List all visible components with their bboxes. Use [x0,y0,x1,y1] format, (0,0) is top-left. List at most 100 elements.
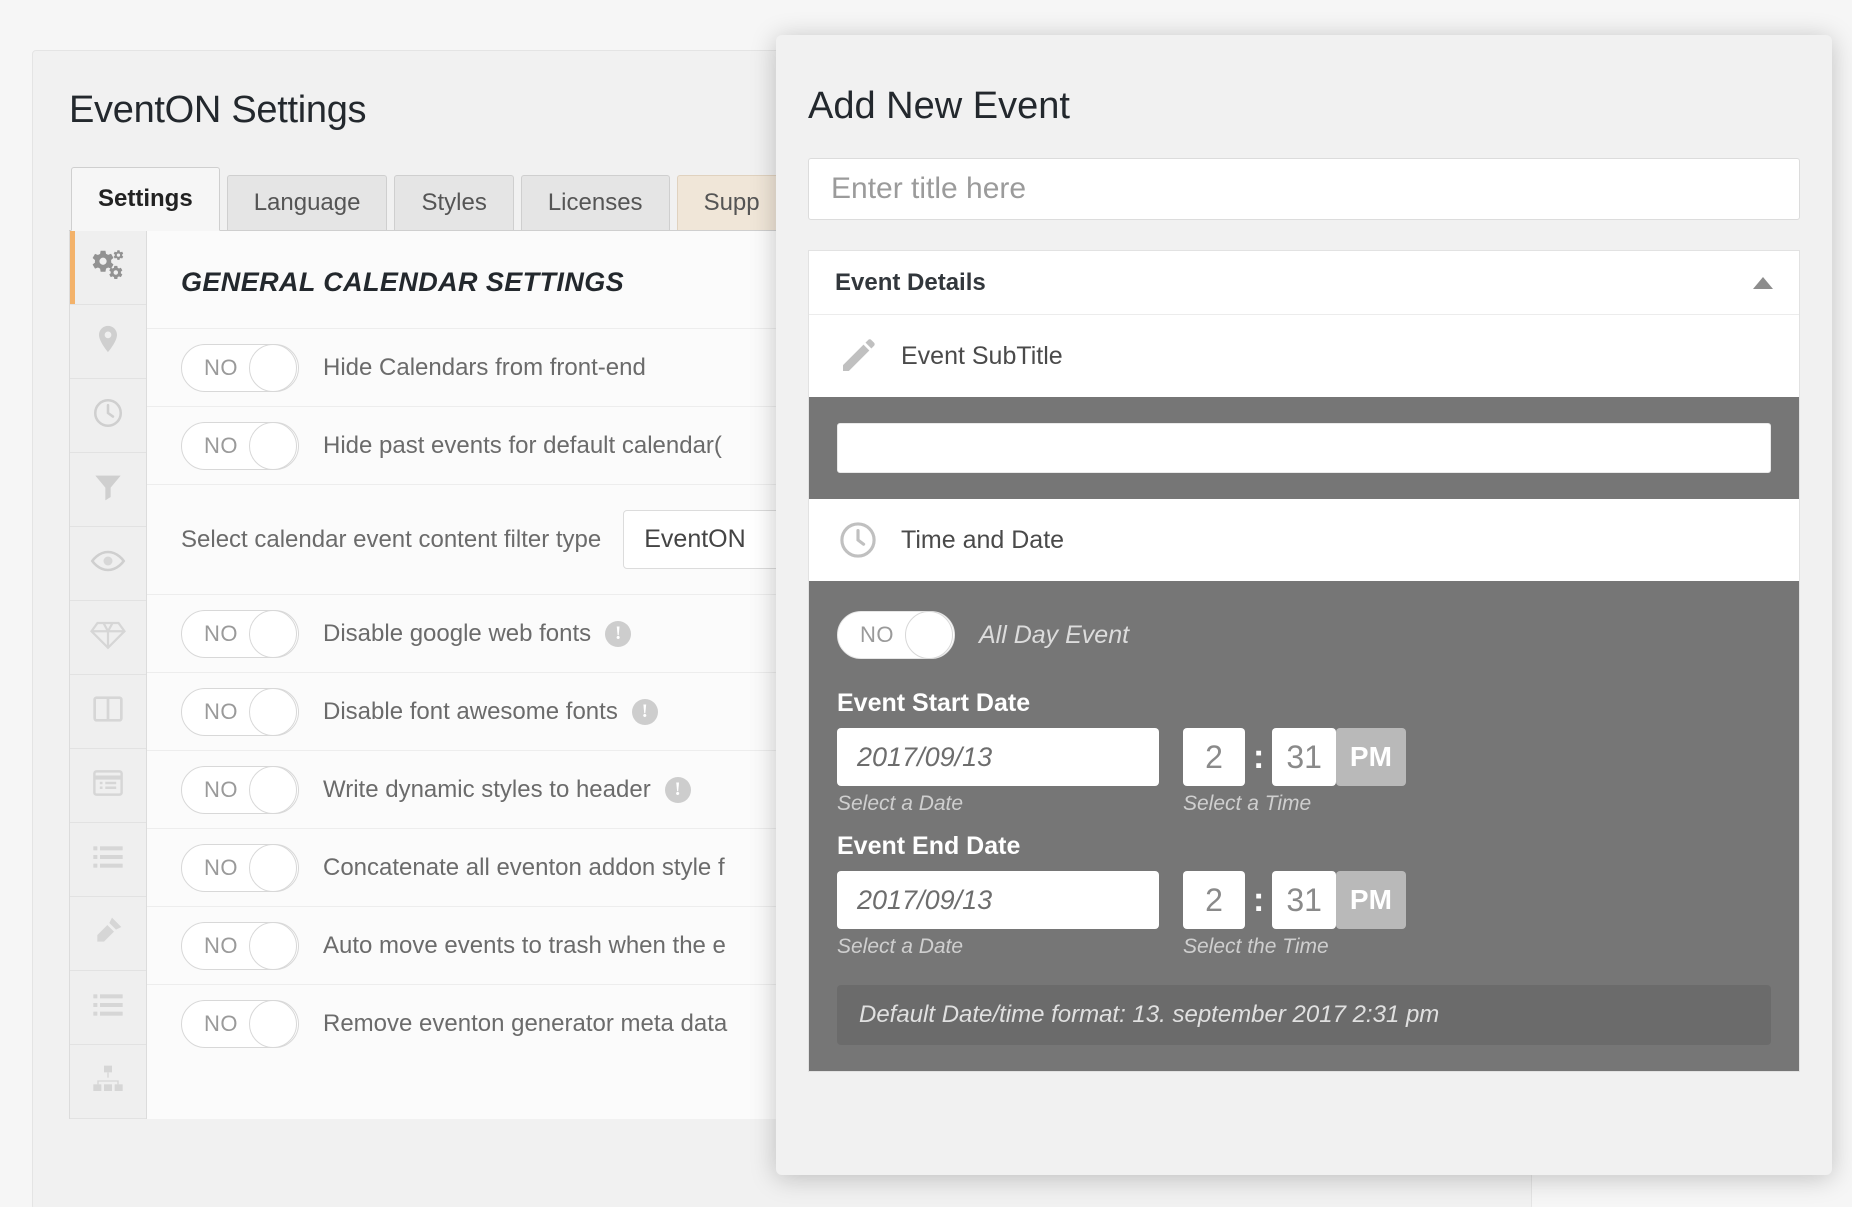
event-end-hour-input[interactable]: 2 [1183,871,1245,929]
toggle-knob [249,688,297,736]
toggle-knob [905,611,953,659]
rail-item-time[interactable] [70,379,146,453]
toggle-label: NO [204,433,238,459]
pencil-icon [829,336,887,376]
all-day-event-row: NO All Day Event [837,611,1771,659]
list-icon [92,843,124,876]
toggle-label: NO [204,855,238,881]
all-day-event-label: All Day Event [979,621,1129,650]
toggle-label: NO [204,699,238,725]
event-subtitle-row: Event SubTitle [809,315,1799,397]
filter-icon [92,471,124,508]
tab-settings[interactable]: Settings [71,167,220,231]
event-start-minute-input[interactable]: 31 [1272,728,1336,786]
rail-item-addons[interactable] [70,897,146,971]
clock-icon [91,396,125,435]
event-end-date-input[interactable]: 2017/09/13 [837,871,1159,929]
toggle-label: NO [204,933,238,959]
settings-icon-rail [69,231,147,1119]
event-details-box: Event Details Event SubTitle [808,250,1800,1072]
chevron-up-icon[interactable] [1753,277,1773,289]
event-subtitle-field-area [809,397,1799,499]
tab-licenses[interactable]: Licenses [521,175,670,230]
toggle-label: NO [204,1011,238,1037]
window-list-icon [91,768,125,803]
rail-item-gears[interactable] [70,231,146,305]
tab-language[interactable]: Language [227,175,388,230]
toggle-concatenate-styles[interactable]: NO [181,844,299,892]
toggle-label: NO [204,777,238,803]
toggle-label: NO [860,622,894,648]
time-and-date-panel: NO All Day Event Event Start Date 2017/0… [809,581,1799,1071]
toggle-knob [249,422,297,470]
list-alt-icon [92,991,124,1024]
setting-label: Auto move events to trash when the e [323,932,726,960]
setting-label-text: Write dynamic styles to header [323,776,651,803]
toggle-knob [249,344,297,392]
event-subtitle-label: Event SubTitle [901,342,1063,371]
setting-label: Disable font awesome fonts! [323,698,658,726]
info-icon[interactable]: ! [665,777,691,803]
time-colon: : [1253,738,1264,777]
toggle-label: NO [204,355,238,381]
event-start-date-col: 2017/09/13 Select a Date [837,728,1159,816]
info-icon[interactable]: ! [605,621,631,647]
event-end-time-fields: 2 : 31 PM [1183,871,1406,929]
event-end-time-col: 2 : 31 PM Select the Time [1183,871,1406,959]
setting-label: Remove eventon generator meta data [323,1010,727,1038]
rail-item-window-list[interactable] [70,749,146,823]
add-new-event-modal: Add New Event Enter title here Event Det… [776,35,1832,1175]
toggle-disable-fontawesome[interactable]: NO [181,688,299,736]
rail-item-filter[interactable] [70,453,146,527]
rail-item-premium[interactable] [70,601,146,675]
event-subtitle-input[interactable] [837,423,1771,473]
toggle-knob [249,844,297,892]
event-title-input[interactable]: Enter title here [808,158,1800,220]
event-details-header[interactable]: Event Details [809,251,1799,315]
tab-styles[interactable]: Styles [394,175,513,230]
event-end-minute-input[interactable]: 31 [1272,871,1336,929]
toggle-dynamic-styles[interactable]: NO [181,766,299,814]
toggle-remove-generator[interactable]: NO [181,1000,299,1048]
gears-icon [90,247,126,288]
toggle-hide-calendars[interactable]: NO [181,344,299,392]
event-start-date-input[interactable]: 2017/09/13 [837,728,1159,786]
toggle-label: NO [204,621,238,647]
event-end-time-hint: Select the Time [1183,935,1406,959]
sitemap-icon [92,1064,124,1099]
event-end-row: 2017/09/13 Select a Date 2 : 31 PM Selec… [837,871,1771,959]
rail-item-visibility[interactable] [70,527,146,601]
toggle-auto-trash[interactable]: NO [181,922,299,970]
toggle-all-day-event[interactable]: NO [837,611,955,659]
rail-item-location[interactable] [70,305,146,379]
rail-item-list-alt[interactable] [70,971,146,1045]
setting-label: Write dynamic styles to header! [323,776,691,804]
event-start-time-fields: 2 : 31 PM [1183,728,1406,786]
tab-support[interactable]: Supp [677,175,787,230]
rail-item-columns[interactable] [70,675,146,749]
rail-item-sitemap[interactable] [70,1045,146,1119]
time-colon: : [1253,881,1264,920]
event-title-placeholder: Enter title here [831,172,1026,206]
setting-label: Disable google web fonts! [323,620,631,648]
toggle-disable-google-fonts[interactable]: NO [181,610,299,658]
columns-icon [92,694,124,729]
default-datetime-format-note: Default Date/time format: 13. september … [837,985,1771,1045]
event-start-time-hint: Select a Time [1183,792,1406,816]
setting-label-text: Disable font awesome fonts [323,698,618,725]
clock-icon [829,519,887,561]
map-pin-icon [93,322,123,361]
toggle-knob [249,922,297,970]
event-start-ampm-toggle[interactable]: PM [1336,728,1406,786]
modal-title: Add New Event [776,35,1832,128]
event-start-row: 2017/09/13 Select a Date 2 : 31 PM Selec… [837,728,1771,816]
info-icon[interactable]: ! [632,699,658,725]
event-start-hour-input[interactable]: 2 [1183,728,1245,786]
toggle-hide-past-events[interactable]: NO [181,422,299,470]
event-start-date-hint: Select a Date [837,792,1159,816]
event-start-time-col: 2 : 31 PM Select a Time [1183,728,1406,816]
rail-item-list[interactable] [70,823,146,897]
time-and-date-label: Time and Date [901,526,1064,555]
event-end-ampm-toggle[interactable]: PM [1336,871,1406,929]
setting-label: Hide Calendars from front-end [323,354,646,382]
